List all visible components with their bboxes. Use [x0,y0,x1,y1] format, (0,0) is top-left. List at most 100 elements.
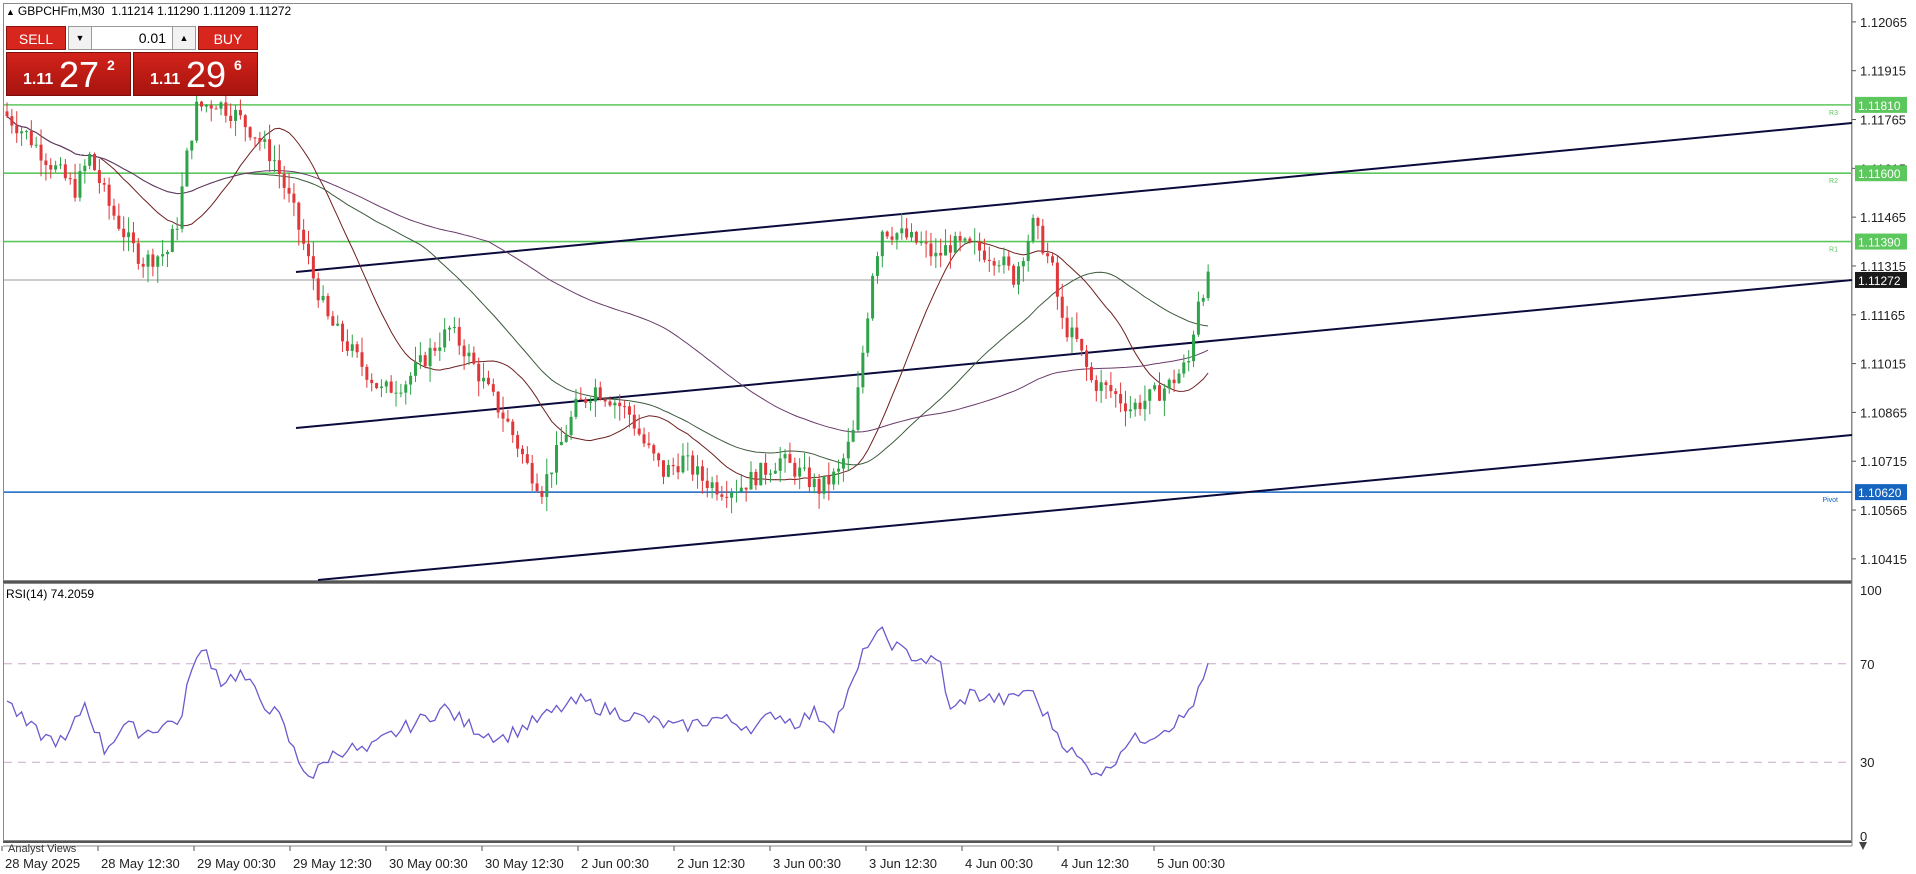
price-tick-label: 1.11315 [1860,259,1906,274]
candle-body [1065,317,1069,338]
candle-body [778,458,782,471]
candle-body [1041,225,1045,254]
time-tick-label: 29 May 00:30 [197,856,276,871]
candle-body [798,467,802,477]
candle-body [1206,271,1210,298]
candle-body [978,241,982,251]
collapse-triangle-icon[interactable]: ▲ [6,7,15,17]
sell-button[interactable]: SELL [6,26,66,50]
price-tick-label: 1.11765 [1860,113,1906,128]
candle-body [1046,253,1050,257]
candle-body [394,392,398,394]
scroll-marker-icon[interactable] [1859,842,1867,850]
rsi-indicator-label: RSI(14) 74.2059 [6,587,95,601]
candle-body [739,487,743,492]
candle-body [1196,301,1200,335]
candle-body [671,464,675,467]
candle-body [973,241,977,243]
candle-body [219,102,223,109]
candle-body [666,464,670,477]
candle-body [1051,256,1055,263]
candle-body [127,232,131,238]
candle-body [443,329,447,348]
candle-body [1148,389,1152,401]
symbol-info: GBPCHFm,M30 1.11214 1.11290 1.11209 1.11… [17,4,292,18]
channel-upper-trendline[interactable] [295,122,1853,273]
candle-body [550,472,554,475]
main-pane-frame [3,3,1852,581]
candle-body [161,254,165,257]
buy-price-quote[interactable]: 1.11 29 6 [133,52,258,96]
lot-size-input[interactable] [92,26,172,50]
candle-body [321,295,325,301]
candle-body [122,228,126,238]
time-tick-label: 2 Jun 00:30 [581,856,649,871]
candle-body [987,259,991,262]
candle-body [817,479,821,494]
candle-body [107,184,111,206]
candle-body [880,231,884,257]
candle-body [282,174,286,188]
candle-body [516,435,520,449]
candle-body [253,137,257,139]
buy-price-fraction: 6 [234,57,242,73]
channel-middle-trendline[interactable] [295,279,1853,429]
candle-body [1128,409,1132,412]
buy-button[interactable]: BUY [198,26,258,50]
price-tick-label: 1.11015 [1860,357,1906,372]
chevron-up-icon: ▲ [179,33,189,43]
candle-body [812,479,816,488]
level-tag-r2-label: 1.11600 [1858,167,1901,181]
pivot-levels: R3 R2 R1 Pivot [4,104,1852,504]
candle-body [341,323,345,342]
candle-body [603,399,607,402]
candle-body [598,387,602,400]
analyst-views-tab[interactable]: Analyst Views [8,843,76,855]
candle-body [170,228,174,252]
sell-price-quote[interactable]: 1.11 27 2 [6,52,131,96]
candle-body [399,392,403,394]
candle-body [379,386,383,389]
candle-body [457,326,461,346]
candle-body [491,384,495,392]
level-name-pivot: Pivot [1822,497,1838,504]
candle-body [511,421,515,436]
candle-body [574,398,578,417]
candle-body [15,125,19,134]
channel-lower-trendline[interactable] [317,434,1853,581]
candle-body [686,455,690,457]
candle-body [54,165,58,170]
candle-body [350,344,354,351]
candle-body [165,251,169,255]
candle-body [773,470,777,474]
candle-body [331,316,335,326]
time-tick-label: 4 Jun 00:30 [965,856,1033,871]
candle-body [1085,350,1089,367]
lot-increase-button[interactable]: ▲ [172,26,196,50]
candle-body [272,160,276,162]
candle-body [1070,327,1074,338]
price-tick-label: 1.11165 [1860,308,1905,323]
candle-body [1158,385,1162,401]
candle-body [1172,379,1176,384]
candle-body [1055,262,1059,297]
candle-body [715,482,719,495]
buy-price-prefix: 1.11 [150,71,181,88]
candle-body [647,443,651,446]
candle-body [569,416,573,436]
candle-body [24,131,28,133]
lot-decrease-button[interactable]: ▼ [68,26,92,50]
candle-body [803,467,807,469]
candle-body [5,111,9,117]
candle-body [355,344,359,353]
candle-body [151,254,155,267]
candle-body [540,490,544,497]
candle-body [520,448,524,455]
one-click-trading-panel: SELL ▼ ▲ BUY 1.11 27 2 1.11 29 6 [6,26,258,96]
candle-body [676,466,680,473]
trendlines[interactable] [295,122,1853,581]
candle-body [263,139,267,142]
candle-body [452,326,456,328]
candle-body [754,471,758,486]
candle-body [905,228,909,238]
